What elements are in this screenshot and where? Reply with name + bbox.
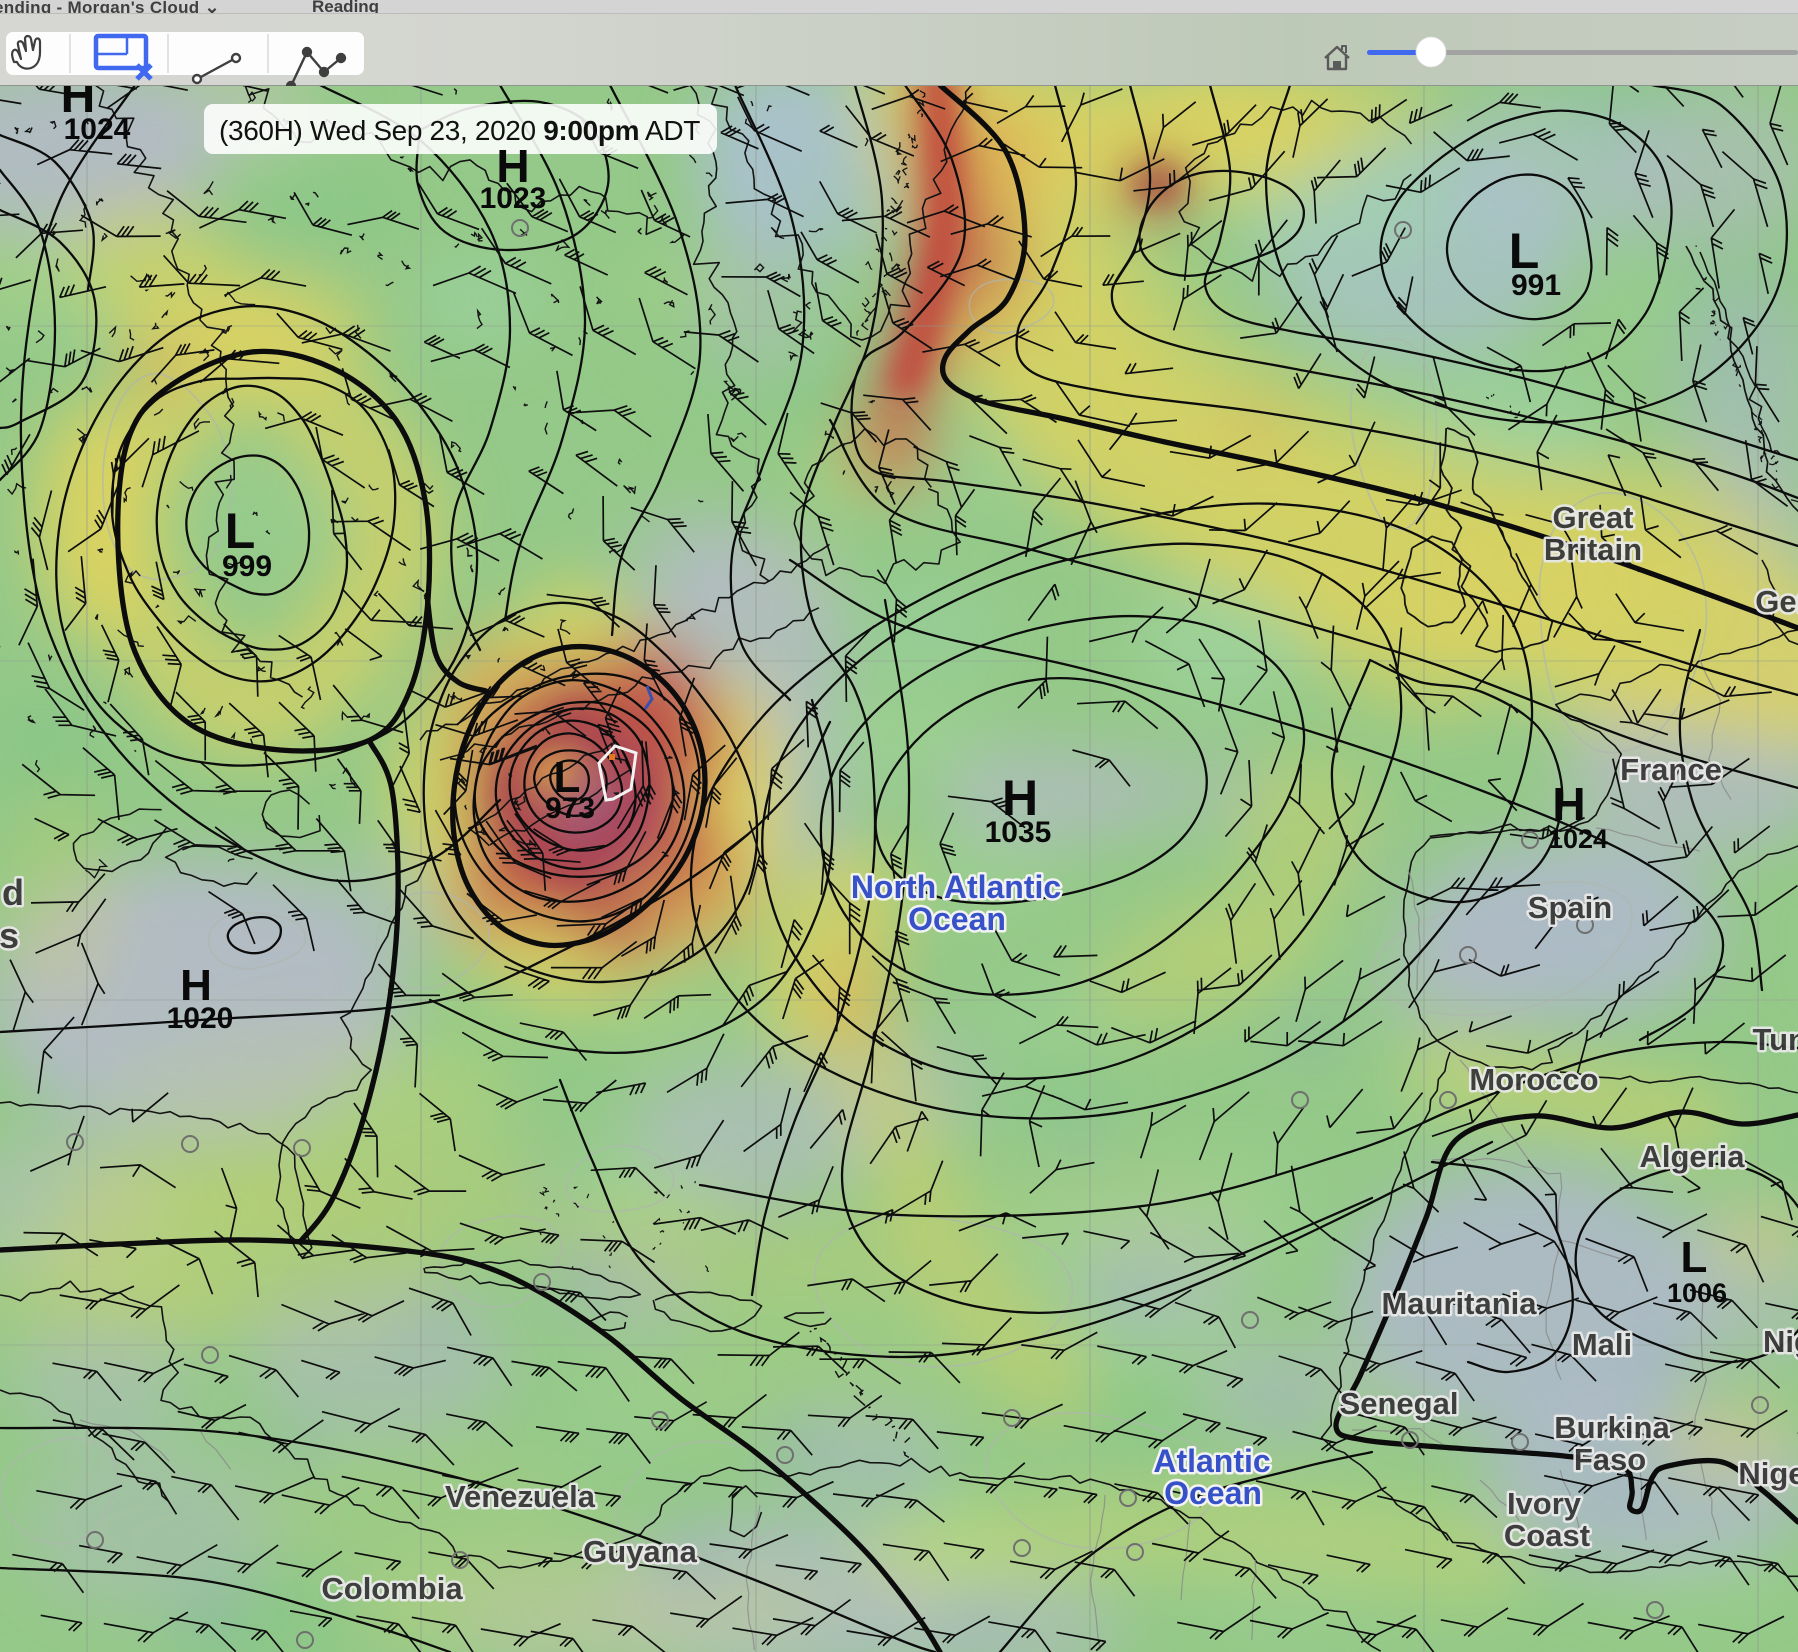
svg-text:1024: 1024 xyxy=(64,113,131,146)
svg-text:Spain: Spain xyxy=(1528,890,1612,925)
svg-text:Burkina: Burkina xyxy=(1554,1410,1670,1445)
svg-text:Coast: Coast xyxy=(1504,1518,1590,1553)
svg-text:Tuni: Tuni xyxy=(1752,1022,1798,1057)
svg-text:Mauritania: Mauritania xyxy=(1381,1286,1537,1321)
svg-text:Ivory: Ivory xyxy=(1507,1486,1582,1521)
svg-text:d: d xyxy=(2,872,24,913)
svg-text:Niger: Niger xyxy=(1738,1456,1798,1491)
svg-text:Nig: Nig xyxy=(1763,1324,1798,1359)
svg-text:991: 991 xyxy=(1511,269,1561,302)
svg-text:Atlantic: Atlantic xyxy=(1153,1443,1270,1479)
svg-text:973: 973 xyxy=(545,792,595,825)
svg-text:s: s xyxy=(0,915,19,956)
svg-text:Morocco: Morocco xyxy=(1469,1062,1598,1097)
svg-text:1024: 1024 xyxy=(1548,824,1608,854)
svg-text:1035: 1035 xyxy=(985,816,1052,849)
svg-text:(360H) Wed Sep 23, 2020 9:00pm: (360H) Wed Sep 23, 2020 9:00pm ADT xyxy=(219,115,700,146)
svg-text:Great: Great xyxy=(1553,500,1634,535)
svg-text:Venezuela: Venezuela xyxy=(445,1479,596,1514)
svg-text:Guyana: Guyana xyxy=(583,1534,697,1569)
svg-text:Ocean: Ocean xyxy=(908,901,1006,937)
svg-text:Ger: Ger xyxy=(1755,584,1798,619)
svg-text:Ocean: Ocean xyxy=(1164,1475,1262,1511)
svg-text:France: France xyxy=(1620,752,1722,787)
svg-text:L: L xyxy=(1681,1233,1708,1282)
svg-text:H: H xyxy=(1552,778,1585,830)
svg-text:1006: 1006 xyxy=(1667,1278,1727,1308)
svg-text:Colombia: Colombia xyxy=(321,1571,463,1606)
svg-text:Senegal: Senegal xyxy=(1340,1386,1459,1421)
svg-text:North Atlantic: North Atlantic xyxy=(851,869,1061,905)
svg-text:1023: 1023 xyxy=(480,182,547,215)
svg-text:999: 999 xyxy=(222,550,272,583)
svg-text:Mali: Mali xyxy=(1572,1327,1632,1362)
svg-text:1020: 1020 xyxy=(167,1002,234,1035)
svg-text:Algeria: Algeria xyxy=(1639,1139,1745,1174)
svg-text:Britain: Britain xyxy=(1544,532,1642,567)
svg-text:Faso: Faso xyxy=(1574,1442,1646,1477)
